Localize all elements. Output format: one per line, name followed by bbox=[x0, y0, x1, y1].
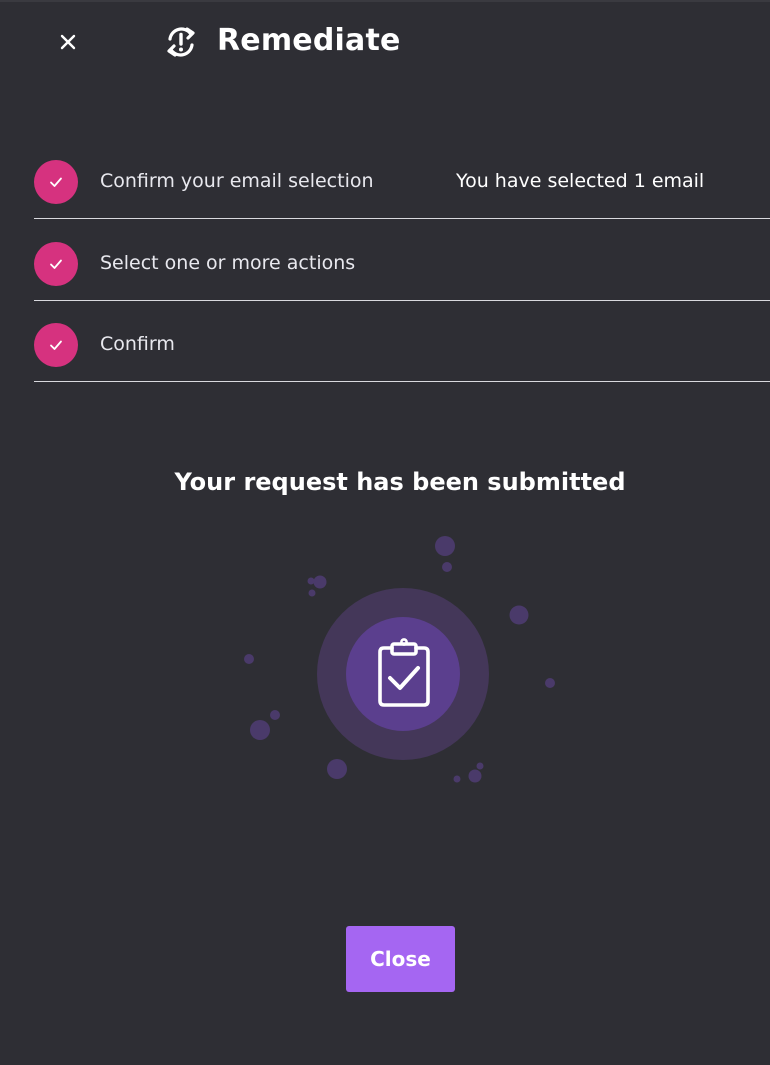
check-icon bbox=[50, 340, 62, 350]
step-completed-badge bbox=[34, 160, 78, 204]
window-top-edge bbox=[0, 0, 770, 2]
step-confirm-email-selection: Confirm your email selection You have se… bbox=[34, 139, 770, 219]
remediate-sync-alert-icon bbox=[163, 24, 199, 60]
step-label: Confirm bbox=[100, 333, 175, 355]
selected-email-count: You have selected 1 email bbox=[456, 170, 705, 192]
check-icon bbox=[50, 177, 62, 187]
close-icon-glyph bbox=[60, 34, 76, 50]
illustration-inner-circle bbox=[346, 617, 460, 731]
close-button[interactable]: Close bbox=[346, 926, 455, 992]
step-label: Confirm your email selection bbox=[100, 170, 374, 192]
close-icon[interactable] bbox=[55, 29, 81, 55]
page-title: Remediate bbox=[217, 23, 401, 58]
check-icon bbox=[50, 259, 62, 269]
submission-success-message: Your request has been submitted bbox=[174, 468, 626, 496]
step-confirm: Confirm bbox=[34, 302, 770, 382]
submission-success-illustration bbox=[230, 525, 570, 795]
step-label: Select one or more actions bbox=[100, 252, 356, 274]
step-completed-badge bbox=[34, 323, 78, 367]
step-completed-badge bbox=[34, 242, 78, 286]
step-select-actions: Select one or more actions bbox=[34, 221, 770, 301]
